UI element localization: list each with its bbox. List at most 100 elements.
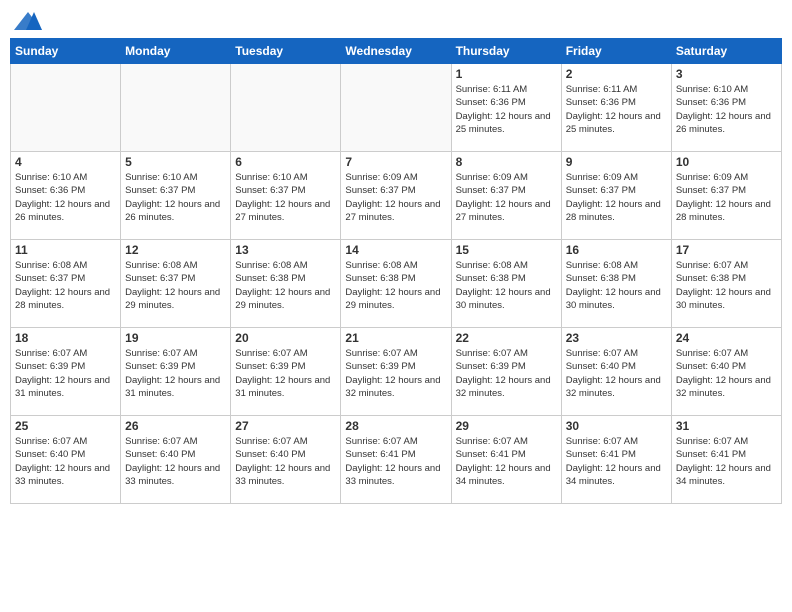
day-number: 20 — [235, 331, 336, 345]
dow-friday: Friday — [561, 39, 671, 64]
calendar-cell: 31 Sunrise: 6:07 AM Sunset: 6:41 PM Dayli… — [671, 416, 781, 504]
day-info: Sunrise: 6:07 AM Sunset: 6:39 PM Dayligh… — [15, 347, 116, 400]
calendar-cell: 13Sunrise: 6:08 AM Sunset: 6:38 PM Dayli… — [231, 240, 341, 328]
calendar-cell: 26Sunrise: 6:07 AM Sunset: 6:40 PM Dayli… — [121, 416, 231, 504]
calendar-cell — [121, 64, 231, 152]
day-number: 7 — [345, 155, 446, 169]
day-number: 27 — [235, 419, 336, 433]
day-number: 31 — [676, 419, 777, 433]
calendar-cell: 18 Sunrise: 6:07 AM Sunset: 6:39 PM Dayli… — [11, 328, 121, 416]
day-info: Sunrise: 6:07 AM Sunset: 6:41 PM Dayligh… — [566, 435, 667, 488]
dow-saturday: Saturday — [671, 39, 781, 64]
calendar-cell: 15 Sunrise: 6:08 AM Sunset: 6:38 PM Dayli… — [451, 240, 561, 328]
day-number: 21 — [345, 331, 446, 345]
day-info: Sunrise: 6:07 AM Sunset: 6:39 PM Dayligh… — [125, 347, 226, 400]
calendar-cell — [341, 64, 451, 152]
day-info: Sunrise: 6:08 AM Sunset: 6:38 PM Dayligh… — [456, 259, 557, 312]
day-info: Sunrise: 6:07 AM Sunset: 6:40 PM Dayligh… — [676, 347, 777, 400]
header — [10, 10, 782, 32]
day-number: 14 — [345, 243, 446, 257]
day-info: Sunrise: 6:09 AM Sunset: 6:37 PM Dayligh… — [676, 171, 777, 224]
day-number: 22 — [456, 331, 557, 345]
dow-wednesday: Wednesday — [341, 39, 451, 64]
day-number: 17 — [676, 243, 777, 257]
day-number: 15 — [456, 243, 557, 257]
week-row-1: 1Sunrise: 6:11 AM Sunset: 6:36 PM Daylig… — [11, 64, 782, 152]
day-number: 13 — [235, 243, 336, 257]
day-number: 6 — [235, 155, 336, 169]
calendar-cell: 19 Sunrise: 6:07 AM Sunset: 6:39 PM Dayli… — [121, 328, 231, 416]
day-number: 9 — [566, 155, 667, 169]
day-number: 16 — [566, 243, 667, 257]
calendar-cell: 17Sunrise: 6:07 AM Sunset: 6:38 PM Dayli… — [671, 240, 781, 328]
calendar-cell: 2Sunrise: 6:11 AM Sunset: 6:36 PM Daylig… — [561, 64, 671, 152]
day-info: Sunrise: 6:09 AM Sunset: 6:37 PM Dayligh… — [566, 171, 667, 224]
calendar-cell: 22 Sunrise: 6:07 AM Sunset: 6:39 PM Dayli… — [451, 328, 561, 416]
day-info: Sunrise: 6:11 AM Sunset: 6:36 PM Dayligh… — [456, 83, 557, 136]
day-info: Sunrise: 6:07 AM Sunset: 6:40 PM Dayligh… — [566, 347, 667, 400]
day-info: Sunrise: 6:07 AM Sunset: 6:40 PM Dayligh… — [125, 435, 226, 488]
day-info: Sunrise: 6:07 AM Sunset: 6:40 PM Dayligh… — [235, 435, 336, 488]
calendar-cell: 29 Sunrise: 6:07 AM Sunset: 6:41 PM Dayli… — [451, 416, 561, 504]
calendar-cell — [11, 64, 121, 152]
day-number: 25 — [15, 419, 116, 433]
day-number: 10 — [676, 155, 777, 169]
day-number: 12 — [125, 243, 226, 257]
dow-thursday: Thursday — [451, 39, 561, 64]
calendar-cell: 12 Sunrise: 6:08 AM Sunset: 6:37 PM Dayli… — [121, 240, 231, 328]
day-number: 24 — [676, 331, 777, 345]
day-number: 4 — [15, 155, 116, 169]
day-info: Sunrise: 6:10 AM Sunset: 6:36 PM Dayligh… — [676, 83, 777, 136]
dow-tuesday: Tuesday — [231, 39, 341, 64]
calendar-cell: 5 Sunrise: 6:10 AM Sunset: 6:37 PM Daylig… — [121, 152, 231, 240]
calendar-cell: 8 Sunrise: 6:09 AM Sunset: 6:37 PM Daylig… — [451, 152, 561, 240]
calendar-cell: 9 Sunrise: 6:09 AM Sunset: 6:37 PM Daylig… — [561, 152, 671, 240]
day-number: 23 — [566, 331, 667, 345]
dow-sunday: Sunday — [11, 39, 121, 64]
calendar-cell: 23 Sunrise: 6:07 AM Sunset: 6:40 PM Dayli… — [561, 328, 671, 416]
calendar-cell: 21 Sunrise: 6:07 AM Sunset: 6:39 PM Dayli… — [341, 328, 451, 416]
calendar-cell: 24 Sunrise: 6:07 AM Sunset: 6:40 PM Dayli… — [671, 328, 781, 416]
day-number: 3 — [676, 67, 777, 81]
day-number: 5 — [125, 155, 226, 169]
day-info: Sunrise: 6:09 AM Sunset: 6:37 PM Dayligh… — [456, 171, 557, 224]
calendar-cell: 25 Sunrise: 6:07 AM Sunset: 6:40 PM Dayli… — [11, 416, 121, 504]
day-info: Sunrise: 6:08 AM Sunset: 6:38 PM Dayligh… — [566, 259, 667, 312]
day-number: 30 — [566, 419, 667, 433]
day-number: 28 — [345, 419, 446, 433]
calendar-cell: 14Sunrise: 6:08 AM Sunset: 6:38 PM Dayli… — [341, 240, 451, 328]
calendar-cell: 10 Sunrise: 6:09 AM Sunset: 6:37 PM Dayli… — [671, 152, 781, 240]
day-number: 29 — [456, 419, 557, 433]
day-info: Sunrise: 6:10 AM Sunset: 6:37 PM Dayligh… — [125, 171, 226, 224]
calendar-cell: 3 Sunrise: 6:10 AM Sunset: 6:36 PM Daylig… — [671, 64, 781, 152]
day-number: 8 — [456, 155, 557, 169]
day-info: Sunrise: 6:07 AM Sunset: 6:39 PM Dayligh… — [456, 347, 557, 400]
calendar-cell: 27 Sunrise: 6:07 AM Sunset: 6:40 PM Dayli… — [231, 416, 341, 504]
day-info: Sunrise: 6:07 AM Sunset: 6:40 PM Dayligh… — [15, 435, 116, 488]
calendar: SundayMondayTuesdayWednesdayThursdayFrid… — [10, 38, 782, 504]
week-row-5: 25 Sunrise: 6:07 AM Sunset: 6:40 PM Dayli… — [11, 416, 782, 504]
calendar-cell: 30 Sunrise: 6:07 AM Sunset: 6:41 PM Dayli… — [561, 416, 671, 504]
week-row-3: 11 Sunrise: 6:08 AM Sunset: 6:37 PM Dayli… — [11, 240, 782, 328]
calendar-cell: 11 Sunrise: 6:08 AM Sunset: 6:37 PM Dayli… — [11, 240, 121, 328]
day-info: Sunrise: 6:07 AM Sunset: 6:41 PM Dayligh… — [676, 435, 777, 488]
day-info: Sunrise: 6:09 AM Sunset: 6:37 PM Dayligh… — [345, 171, 446, 224]
day-number: 18 — [15, 331, 116, 345]
calendar-cell — [231, 64, 341, 152]
calendar-cell: 20Sunrise: 6:07 AM Sunset: 6:39 PM Dayli… — [231, 328, 341, 416]
week-row-2: 4Sunrise: 6:10 AM Sunset: 6:36 PM Daylig… — [11, 152, 782, 240]
day-of-week-header: SundayMondayTuesdayWednesdayThursdayFrid… — [11, 39, 782, 64]
calendar-cell: 1Sunrise: 6:11 AM Sunset: 6:36 PM Daylig… — [451, 64, 561, 152]
logo — [14, 10, 46, 32]
calendar-cell: 28 Sunrise: 6:07 AM Sunset: 6:41 PM Dayli… — [341, 416, 451, 504]
day-info: Sunrise: 6:08 AM Sunset: 6:37 PM Dayligh… — [15, 259, 116, 312]
day-info: Sunrise: 6:07 AM Sunset: 6:41 PM Dayligh… — [456, 435, 557, 488]
day-info: Sunrise: 6:07 AM Sunset: 6:39 PM Dayligh… — [345, 347, 446, 400]
calendar-cell: 7 Sunrise: 6:09 AM Sunset: 6:37 PM Daylig… — [341, 152, 451, 240]
day-info: Sunrise: 6:07 AM Sunset: 6:41 PM Dayligh… — [345, 435, 446, 488]
day-info: Sunrise: 6:08 AM Sunset: 6:37 PM Dayligh… — [125, 259, 226, 312]
calendar-cell: 6Sunrise: 6:10 AM Sunset: 6:37 PM Daylig… — [231, 152, 341, 240]
day-number: 19 — [125, 331, 226, 345]
logo-icon — [14, 10, 42, 32]
day-number: 11 — [15, 243, 116, 257]
